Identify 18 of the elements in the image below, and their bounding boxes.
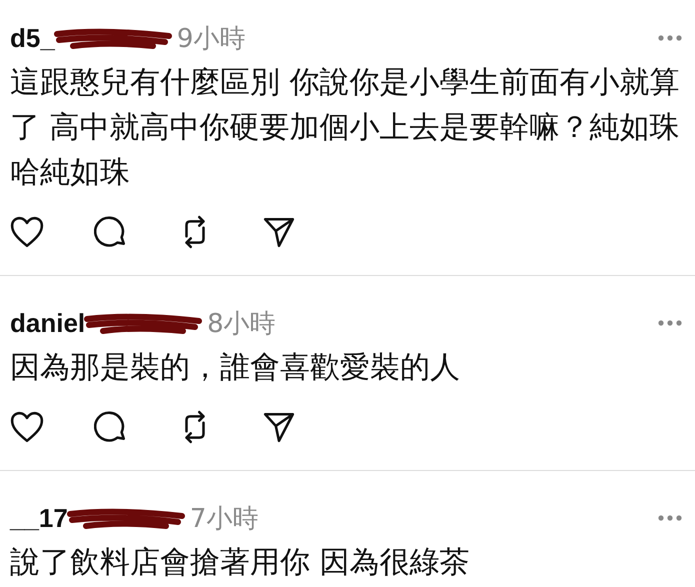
more-options-icon[interactable]	[657, 515, 683, 521]
comment-text: 說了飲料店會搶著用你 因為很綠茶	[10, 544, 471, 582]
username[interactable]: __17	[10, 502, 68, 534]
like-icon[interactable]	[10, 216, 44, 248]
more-options-icon[interactable]	[657, 35, 683, 41]
username[interactable]: daniel	[10, 308, 86, 338]
send-icon[interactable]	[262, 215, 296, 249]
comment-icon[interactable]	[94, 215, 128, 249]
more-options-icon[interactable]	[657, 320, 683, 326]
like-icon[interactable]	[10, 411, 44, 443]
comment-text: 這跟憨兒有什麼區別 你說你是小學生前面有小就算了 高中就高中你硬要加個小上去是要幹嘛？純如珠哈純如珠	[10, 64, 681, 192]
timestamp: 8小時	[207, 308, 276, 340]
timestamp: 9小時	[176, 22, 246, 56]
timestamp: 7小時	[190, 502, 258, 536]
comment-text: 因為那是裝的，誰會喜歡愛裝的人	[10, 349, 461, 387]
comment-icon[interactable]	[94, 410, 128, 444]
username[interactable]: d5_	[10, 22, 55, 54]
send-icon[interactable]	[262, 410, 296, 444]
